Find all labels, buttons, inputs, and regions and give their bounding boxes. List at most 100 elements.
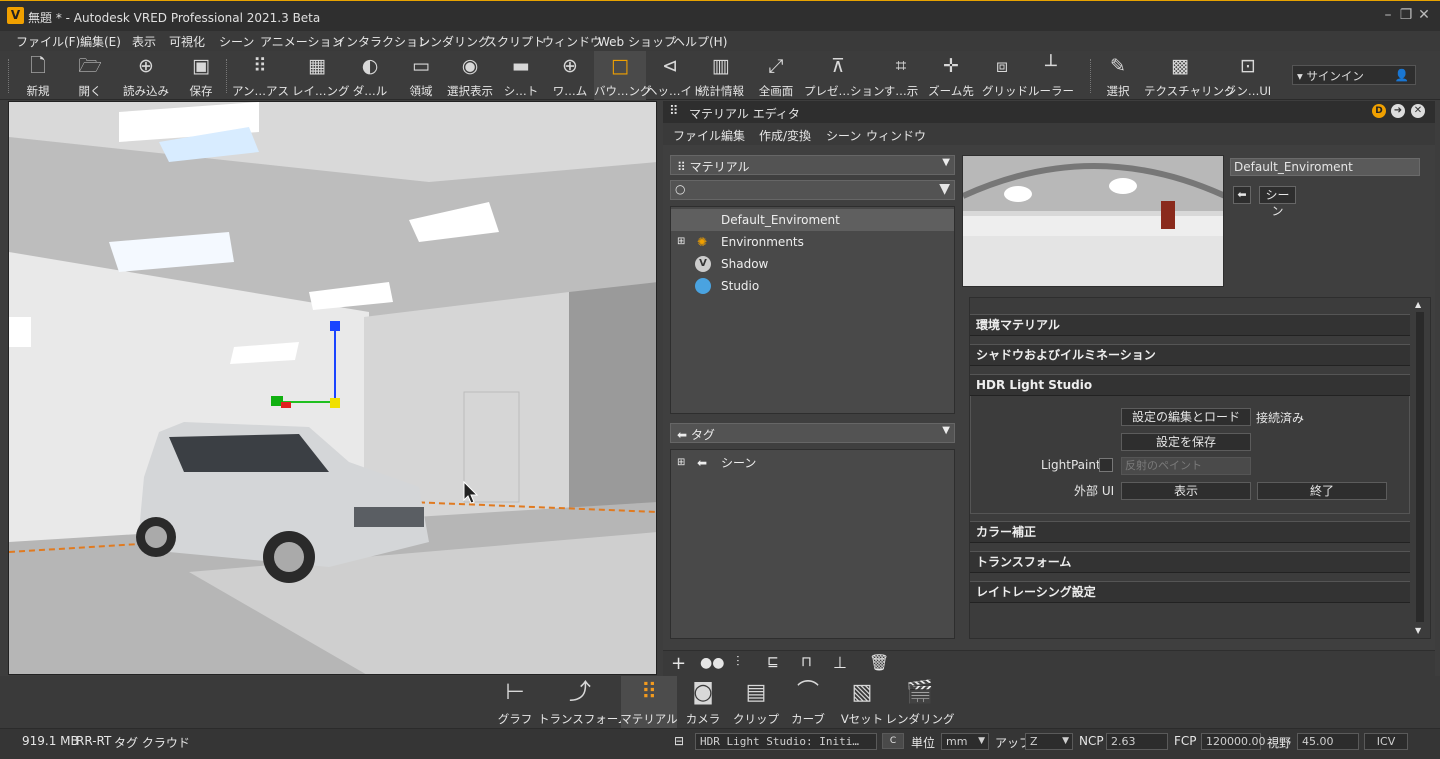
icv-button[interactable]: ICV (1364, 733, 1408, 750)
add-icon[interactable]: + (671, 653, 686, 674)
minimize-icon[interactable]: – (1380, 7, 1396, 23)
up-axis-dropdown[interactable]: Z ▼ (1025, 733, 1073, 750)
boundingbox-button[interactable]: □ バウ…ング (594, 51, 652, 100)
close-panel-icon[interactable]: ✕ (1411, 104, 1425, 118)
show-all-button[interactable]: ⌗ す…示 (880, 51, 922, 100)
fov-input[interactable]: 45.00 (1297, 733, 1359, 750)
filter-icon[interactable]: ▼ (939, 181, 950, 197)
section-raytracing-settings[interactable]: レイトレーシング設定 (970, 581, 1410, 603)
raytracing-button[interactable]: ▦ レイ…ング (292, 51, 350, 100)
apply-icon[interactable]: ⊓ (801, 654, 812, 670)
region-button[interactable]: ▭ 領域 (402, 51, 440, 100)
3d-viewport[interactable] (8, 101, 657, 675)
quit-button[interactable]: 終了 (1257, 482, 1387, 500)
presentation-button[interactable]: ⊼ プレゼ…ション (804, 51, 885, 100)
grid-button[interactable]: ⧈ グリッド (982, 51, 1028, 100)
menu-view[interactable]: 表示 (132, 33, 156, 50)
menu-file[interactable]: ファイル(F) (16, 33, 80, 50)
texturing-button[interactable]: ▩ テクスチャリング (1144, 51, 1236, 100)
tab-graph[interactable]: ⊢ グラフ (487, 676, 543, 728)
expand-icon[interactable]: ⊞ (677, 231, 685, 253)
menu-scene[interactable]: シーン (219, 33, 254, 50)
ruler-button[interactable]: ┴ ルーラー (1028, 51, 1074, 100)
material-item-shadow[interactable]: V Shadow (671, 253, 954, 275)
section-color-correction[interactable]: カラー補正 (970, 521, 1410, 543)
tab-rendering[interactable]: 🎬 レンダリング (886, 676, 955, 728)
material-item-default-enviroment[interactable]: Default_Enviroment (671, 209, 954, 231)
menu-edit[interactable]: 編集(E) (80, 33, 121, 50)
tag-item-scene[interactable]: ⊞ ⬅ シーン (671, 452, 954, 474)
save-settings-button[interactable]: 設定を保存 (1121, 433, 1251, 451)
tag-dropdown[interactable]: ⬅ タグ ▼ (670, 423, 955, 443)
section-environment-material[interactable]: 環境マテリアル (970, 314, 1410, 336)
scene-tag-button[interactable]: シーン (1259, 186, 1296, 218)
selection-display-button[interactable]: ◉ 選択表示 (444, 51, 496, 100)
toolbar-grip[interactable] (226, 59, 229, 93)
import-button[interactable]: ⊕ 読み込み (118, 51, 174, 100)
toolbar-grip[interactable] (8, 59, 11, 93)
sheet-button[interactable]: ▬ シ…ト (502, 51, 540, 100)
headlight-button[interactable]: ⊲ ヘッ…イト (646, 51, 704, 100)
edit-load-settings-button[interactable]: 設定の編集とロード (1121, 408, 1251, 426)
scene-ui-button[interactable]: ⊡ シン…UI (1224, 51, 1272, 100)
open-button[interactable]: 🗁 開く (68, 51, 112, 100)
save-button[interactable]: ▣ 保存 (182, 51, 220, 100)
lightpaint-mode-dropdown[interactable]: 反射のペイント (1121, 457, 1251, 475)
scroll-up-icon[interactable]: ▲ (1415, 300, 1421, 309)
me-menu-window[interactable]: ウィンドウ (866, 127, 926, 144)
brush-icon[interactable]: ⊥ (833, 653, 847, 672)
unit-dropdown[interactable]: mm ▼ (941, 733, 989, 750)
material-type-dropdown[interactable]: ⠿ マテリアル ▼ (670, 155, 955, 175)
maximize-icon[interactable]: ❐ (1398, 7, 1414, 23)
console-output[interactable]: HDR Light Studio: Initi… (695, 733, 877, 750)
scroll-down-icon[interactable]: ▼ (1415, 626, 1421, 635)
terminal-icon[interactable]: ⊟ (674, 734, 684, 748)
signin-button[interactable]: ▾ サインイン 👤 (1292, 65, 1416, 85)
me-menu-file[interactable]: ファイル (673, 127, 721, 144)
menu-interaction[interactable]: インタラクション (334, 33, 430, 50)
menu-animation[interactable]: アニメーション (260, 33, 344, 50)
menu-webshop[interactable]: Web ショップ (598, 33, 676, 50)
section-transform[interactable]: トランスフォーム (970, 551, 1410, 573)
fullscreen-button[interactable]: ⤢ 全画面 (754, 51, 798, 100)
split-icon[interactable]: ⫶ (736, 654, 740, 670)
zoom-to-button[interactable]: ✛ ズーム先 (928, 51, 974, 100)
darkroom-button[interactable]: ◐ ダ…ル (348, 51, 392, 100)
dock-icon[interactable]: D (1372, 104, 1386, 118)
expand-icon[interactable]: ⊞ (677, 452, 685, 474)
material-item-environments[interactable]: ⊞ ✺ Environments (671, 231, 954, 253)
me-menu-scene[interactable]: シーン (826, 127, 861, 144)
material-name-field[interactable]: Default_Enviroment (1230, 158, 1420, 176)
menu-help[interactable]: ヘルプ(H) (673, 33, 727, 50)
new-button[interactable]: 🗋 新規 (16, 51, 60, 100)
fcp-input[interactable]: 120000.00 (1201, 733, 1266, 750)
tag-cloud-button[interactable]: タグ クラウド (114, 734, 190, 751)
show-button[interactable]: 表示 (1121, 482, 1251, 500)
antialias-button[interactable]: ⠿ アン…アス (232, 51, 289, 100)
menu-window[interactable]: ウィンドウ (542, 33, 602, 50)
select-button[interactable]: ✎ 選択 (1098, 51, 1138, 100)
toolbar-grip[interactable] (1090, 59, 1093, 93)
menu-rendering[interactable]: レンダリング (418, 33, 490, 50)
menu-visualize[interactable]: 可視化 (169, 33, 205, 50)
find-icon[interactable]: ⊑ (767, 654, 779, 670)
trash-icon[interactable]: 🗑 (869, 653, 889, 672)
world-button[interactable]: ⊕ ワ…ム (550, 51, 590, 100)
console-clear-icon[interactable]: C (882, 733, 904, 749)
close-icon[interactable]: ✕ (1416, 7, 1432, 23)
statistics-button[interactable]: ▥ 統計情報 (696, 51, 746, 100)
lightpaint-checkbox[interactable] (1099, 458, 1113, 472)
section-shadow-illumination[interactable]: シャドウおよびイルミネーション (970, 344, 1410, 366)
material-item-studio[interactable]: Studio (671, 275, 954, 297)
tab-transform[interactable]: ⤴ トランスフォーム (538, 676, 629, 728)
ncp-input[interactable]: 2.63 (1106, 733, 1168, 750)
menu-script[interactable]: スクリプト (485, 33, 545, 50)
tag-icon[interactable]: ⬅ (1233, 186, 1251, 204)
me-menu-edit[interactable]: 編集 (721, 127, 745, 144)
properties-scrollbar[interactable] (1416, 312, 1424, 622)
me-menu-create[interactable]: 作成/変換 (759, 127, 811, 144)
material-search-input[interactable]: ○ ▼ (670, 180, 955, 200)
arrow-right-icon[interactable]: ➜ (1391, 104, 1405, 118)
section-hdr-light-studio[interactable]: HDR Light Studio (970, 374, 1410, 396)
duplicate-icon[interactable]: ●● (700, 655, 724, 671)
